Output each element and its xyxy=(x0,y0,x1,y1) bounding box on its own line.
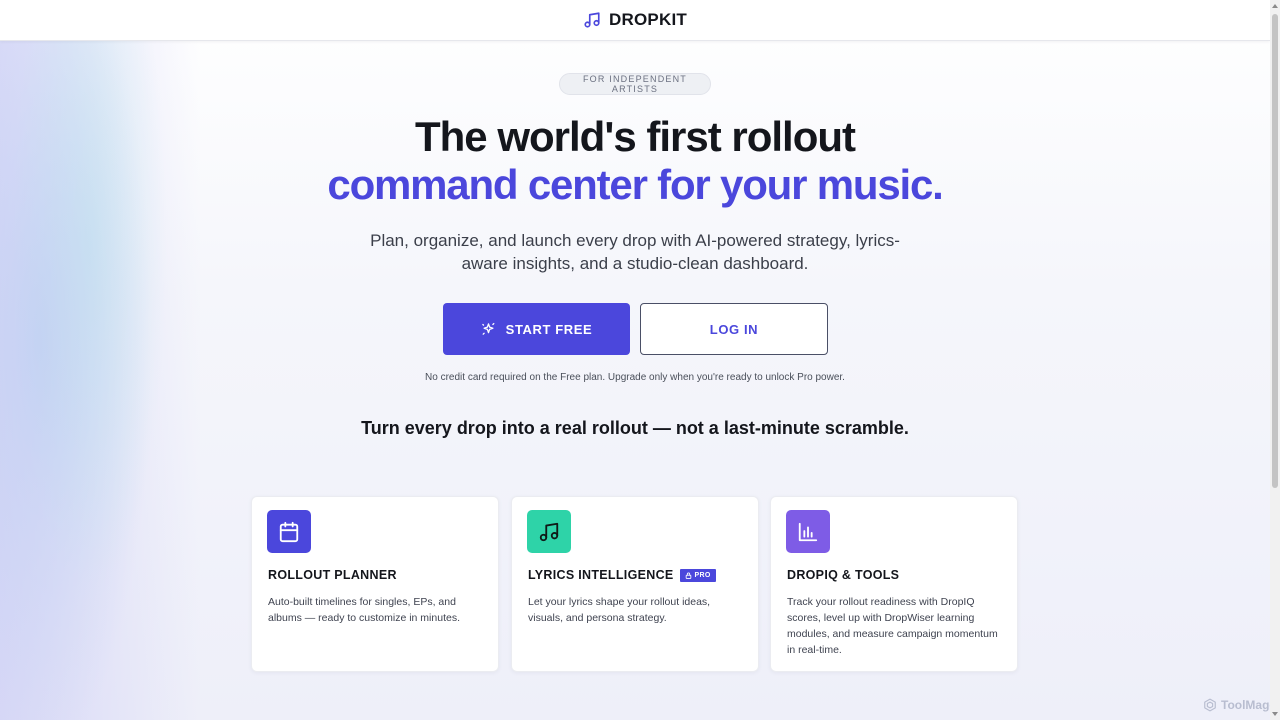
feature-title: LYRICS INTELLIGENCE PRO xyxy=(528,568,716,582)
feature-title: DROPIQ & TOOLS xyxy=(787,568,899,582)
watermark: ToolMage xyxy=(1203,698,1276,712)
feature-card-lyrics-intelligence: LYRICS INTELLIGENCE PRO Let your lyrics … xyxy=(511,496,759,672)
feature-title-text: ROLLOUT PLANNER xyxy=(268,568,397,582)
feature-icon-tile xyxy=(527,510,571,553)
feature-title: ROLLOUT PLANNER xyxy=(268,568,397,582)
start-free-button[interactable]: START FREE xyxy=(443,303,630,355)
lock-icon xyxy=(685,571,691,579)
page-scrollbar[interactable] xyxy=(1270,0,1280,720)
pro-badge-label: PRO xyxy=(694,571,711,579)
log-in-label: LOG IN xyxy=(709,321,759,337)
watermark-text: ToolMage xyxy=(1221,698,1277,712)
section-tagline: Turn every drop into a real rollout — no… xyxy=(361,418,909,438)
hero-title-line1: The world's first rollout xyxy=(415,113,856,160)
feature-icon-tile xyxy=(786,510,830,553)
bar-chart-icon xyxy=(798,522,818,541)
calendar-icon xyxy=(279,521,299,542)
pricing-note: No credit card required on the Free plan… xyxy=(425,372,845,383)
feature-description: Auto-built timelines for singles, EPs, a… xyxy=(268,596,460,624)
feature-card-dropiq-tools: DROPIQ & TOOLS Track your rollout readin… xyxy=(770,496,1018,672)
hero-title-line2: command center for your music. xyxy=(327,161,943,208)
hero-subtitle: Plan, organize, and launch every drop wi… xyxy=(370,231,900,273)
pro-badge: PRO xyxy=(679,568,716,582)
music-note-icon xyxy=(539,522,559,541)
sparkle-icon xyxy=(481,322,495,335)
music-note-icon xyxy=(584,12,600,28)
feature-description: Track your rollout readiness with DropIQ… xyxy=(787,596,998,656)
start-free-label: START FREE xyxy=(505,321,593,337)
scroll-up-arrow-icon[interactable] xyxy=(1272,4,1278,8)
scroll-down-arrow-icon[interactable] xyxy=(1272,712,1278,716)
feature-title-text: DROPIQ & TOOLS xyxy=(787,568,900,582)
feature-title-text: LYRICS INTELLIGENCE xyxy=(528,568,674,582)
log-in-button[interactable]: LOG IN xyxy=(640,303,828,355)
feature-description: Let your lyrics shape your rollout ideas… xyxy=(528,596,711,624)
hexagon-logo-icon xyxy=(1204,698,1216,712)
top-navbar: DROPKIT xyxy=(0,0,1270,41)
scroll-thumb[interactable] xyxy=(1272,14,1278,488)
feature-card-rollout-planner: ROLLOUT PLANNER Auto-built timelines for… xyxy=(251,496,499,672)
brand-name[interactable]: DROPKIT xyxy=(609,10,687,30)
audience-pill: FOR INDEPENDENT ARTISTS xyxy=(559,73,711,95)
feature-icon-tile xyxy=(267,510,311,553)
